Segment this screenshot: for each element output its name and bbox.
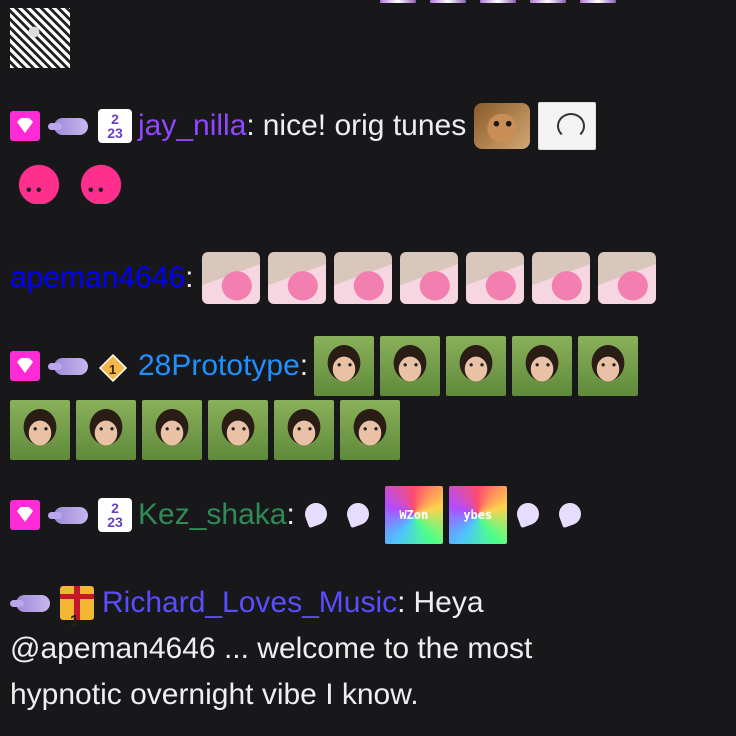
- face-emote-icon[interactable]: [314, 336, 375, 396]
- colon: :: [185, 261, 194, 294]
- message-text: nice! orig tunes: [262, 109, 467, 142]
- bw-emote-partial: [10, 8, 70, 68]
- heart-emote-icon[interactable]: [301, 497, 337, 533]
- username-kez-shaka[interactable]: Kez_shaka: [138, 492, 286, 538]
- face-emote-icon[interactable]: [578, 336, 639, 396]
- subscriber-badge-icon[interactable]: [10, 351, 40, 381]
- face-emote-icon[interactable]: [274, 400, 334, 460]
- username-jay-nilla[interactable]: jay_nilla: [138, 103, 246, 149]
- year-2023-badge-icon[interactable]: 2 23: [98, 109, 132, 143]
- face-emote-icon[interactable]: [340, 400, 400, 460]
- truncated-emote-strip: [380, 0, 710, 5]
- colon: :: [397, 586, 406, 619]
- hand-emote-icon[interactable]: [597, 252, 656, 304]
- cloud-badge-icon[interactable]: [48, 115, 88, 137]
- rainbow-emote-icon[interactable]: ybes: [448, 486, 507, 544]
- year-2023-badge-icon[interactable]: 2 23: [98, 498, 132, 532]
- chat-message-28prototype: 1 28Prototype :: [10, 336, 726, 460]
- chat-message-richard-loves-music: 1 Richard_Loves_Music : Heya @apeman4646…: [10, 580, 726, 718]
- subscriber-badge-icon[interactable]: [10, 111, 40, 141]
- hand-emote-icon[interactable]: [399, 252, 458, 304]
- cat-emote-icon[interactable]: [474, 103, 531, 149]
- heart-emote-icon[interactable]: [343, 497, 379, 533]
- chat-message-kez-shaka: 2 23 Kez_shaka : WZon ybes: [10, 486, 726, 544]
- message-text: Heya: [413, 586, 484, 619]
- chat-message-jay-nilla: 2 23 jay_nilla : nice! orig tunes: [10, 102, 726, 214]
- colon: :: [246, 109, 255, 142]
- pink-blob-emote-icon[interactable]: [72, 156, 130, 214]
- colon: :: [299, 349, 309, 382]
- chat-message-apeman4646: apeman4646 :: [10, 252, 726, 304]
- heart-emote-icon[interactable]: [513, 497, 549, 533]
- face-emote-icon[interactable]: [76, 400, 136, 460]
- hand-emote-icon[interactable]: [465, 252, 524, 304]
- colon: :: [286, 498, 295, 531]
- hand-emote-icon[interactable]: [267, 252, 326, 304]
- username-apeman4646[interactable]: apeman4646: [10, 255, 185, 301]
- face-emote-icon[interactable]: [512, 336, 573, 396]
- cloud-badge-icon[interactable]: [48, 355, 88, 377]
- svg-text:1: 1: [109, 362, 116, 377]
- username-richard-loves-music[interactable]: Richard_Loves_Music: [102, 580, 397, 626]
- face-emote-icon[interactable]: [446, 336, 507, 396]
- cloud-badge-icon[interactable]: [48, 504, 88, 526]
- face-emote-icon[interactable]: [10, 400, 70, 460]
- face-emote-icon[interactable]: [142, 400, 202, 460]
- otter-emote-icon[interactable]: [538, 102, 597, 150]
- gift-leader-badge-icon[interactable]: 1: [98, 351, 128, 383]
- pink-blob-emote-icon[interactable]: [10, 156, 68, 214]
- hand-emote-icon[interactable]: [201, 252, 260, 304]
- face-emote-icon[interactable]: [380, 336, 441, 396]
- hand-emote-icon[interactable]: [333, 252, 392, 304]
- rainbow-emote-icon[interactable]: WZon: [384, 486, 443, 544]
- subscriber-badge-icon[interactable]: [10, 500, 40, 530]
- message-text-line-2: @apeman4646 ... welcome to the most: [10, 632, 533, 665]
- gift-count: 1: [70, 613, 79, 630]
- cloud-badge-icon[interactable]: [10, 592, 50, 614]
- username-28prototype[interactable]: 28Prototype: [138, 343, 300, 389]
- gift-badge-icon[interactable]: 1: [60, 586, 94, 630]
- face-emote-icon[interactable]: [208, 400, 268, 460]
- heart-emote-icon[interactable]: [555, 497, 591, 533]
- hand-emote-icon[interactable]: [531, 252, 590, 304]
- message-text-line-3: hypnotic overnight vibe I know.: [10, 678, 419, 711]
